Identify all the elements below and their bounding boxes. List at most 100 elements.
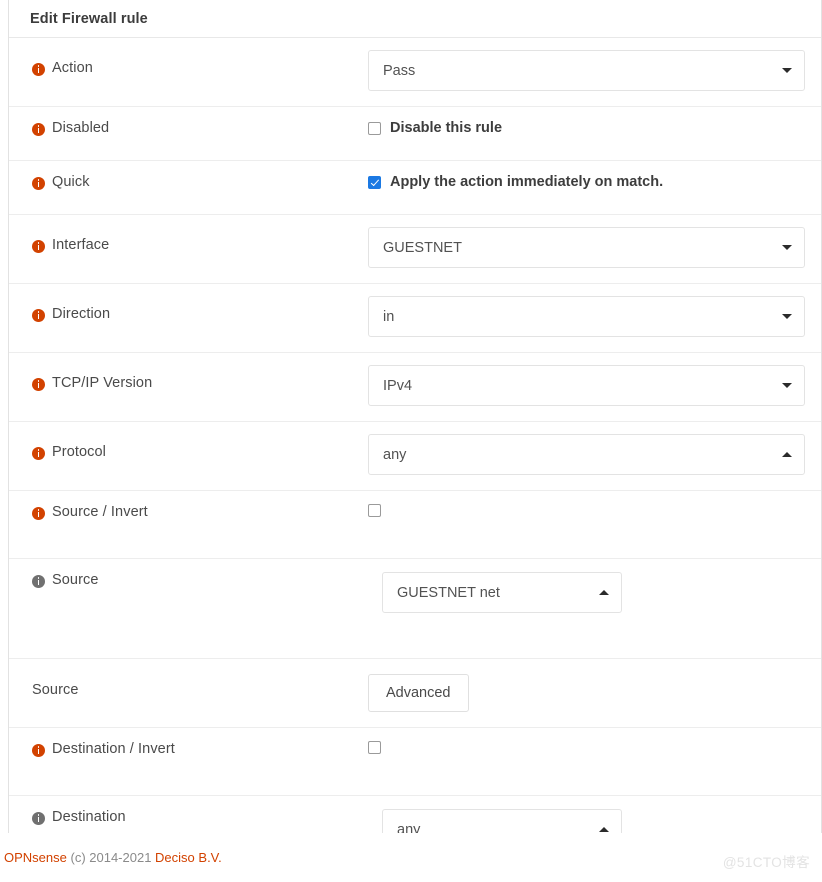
info-icon[interactable] (32, 575, 45, 588)
form-row-source: Source GUESTNET net (9, 559, 821, 659)
field-label-source-invert: Source / Invert (52, 504, 148, 520)
action-select-value: Pass (383, 63, 774, 79)
form-row-action: Action Pass (9, 38, 821, 107)
label-cell-disabled: Disabled (9, 120, 368, 136)
page-footer: OPNsense (c) 2014-2021 Deciso B.V. @51CT… (0, 833, 822, 882)
field-label-destination: Destination (52, 809, 126, 825)
label-cell-source-invert: Source / Invert (9, 504, 368, 520)
field-cell-direction: in (368, 296, 821, 337)
field-label-source-advanced: Source (32, 682, 79, 698)
source-invert-checkbox-wrap[interactable] (368, 504, 821, 517)
form-row-destination-invert: Destination / Invert (9, 728, 821, 796)
label-cell-source-advanced: Source (9, 674, 368, 698)
chevron-down-icon (782, 245, 792, 250)
info-icon[interactable] (32, 309, 45, 322)
chevron-down-icon (782, 314, 792, 319)
form-row-disabled: Disabled Disable this rule (9, 107, 821, 161)
destination-select[interactable]: any (382, 809, 622, 833)
field-cell-protocol: any (368, 434, 821, 475)
destination-invert-checkbox-wrap[interactable] (368, 741, 821, 754)
field-label-disabled: Disabled (52, 120, 109, 136)
form-row-destination: Destination any (9, 796, 821, 833)
field-label-source: Source (52, 572, 99, 588)
field-cell-disabled: Disable this rule (368, 120, 821, 136)
footer-copyright: OPNsense (c) 2014-2021 Deciso B.V. (4, 850, 222, 865)
field-label-tcpip-version: TCP/IP Version (52, 375, 152, 391)
footer-company-link[interactable]: Deciso B.V. (155, 850, 222, 865)
label-cell-action: Action (9, 50, 368, 76)
edit-firewall-rule-panel: Edit Firewall rule Action Pass Disabled (8, 0, 822, 833)
watermark: @51CTO博客 (723, 851, 810, 871)
chevron-up-icon (599, 827, 609, 832)
action-select[interactable]: Pass (368, 50, 805, 91)
label-cell-tcpip-version: TCP/IP Version (9, 365, 368, 391)
protocol-select[interactable]: any (368, 434, 805, 475)
field-cell-destination: any (368, 809, 821, 833)
info-icon[interactable] (32, 378, 45, 391)
quick-checkbox-wrap[interactable]: Apply the action immediately on match. (368, 174, 821, 190)
label-cell-quick: Quick (9, 174, 368, 190)
info-icon[interactable] (32, 812, 45, 825)
form-row-source-invert: Source / Invert (9, 491, 821, 559)
form-row-source-advanced: Source Advanced (9, 659, 821, 728)
field-label-interface: Interface (52, 237, 109, 253)
info-icon[interactable] (32, 507, 45, 520)
form-row-interface: Interface GUESTNET (9, 215, 821, 284)
info-icon[interactable] (32, 240, 45, 253)
field-cell-source-advanced: Advanced (368, 674, 821, 712)
source-invert-checkbox[interactable] (368, 504, 381, 517)
direction-select-value: in (383, 309, 774, 325)
info-icon[interactable] (32, 744, 45, 757)
protocol-select-value: any (383, 447, 774, 463)
tcpip-version-select[interactable]: IPv4 (368, 365, 805, 406)
firewall-rule-edit-page: Edit Firewall rule Action Pass Disabled (0, 0, 822, 882)
label-cell-destination-invert: Destination / Invert (9, 741, 368, 757)
footer-copyright-text: (c) 2014-2021 (67, 850, 155, 865)
chevron-up-icon (782, 452, 792, 457)
form-row-protocol: Protocol any (9, 422, 821, 491)
field-label-destination-invert: Destination / Invert (52, 741, 175, 757)
field-cell-tcpip-version: IPv4 (368, 365, 821, 406)
chevron-down-icon (782, 68, 792, 73)
form-row-tcpip-version: TCP/IP Version IPv4 (9, 353, 821, 422)
source-select[interactable]: GUESTNET net (382, 572, 622, 613)
field-cell-destination-invert (368, 741, 821, 754)
chevron-down-icon (782, 383, 792, 388)
disable-rule-checkbox-wrap[interactable]: Disable this rule (368, 120, 821, 136)
disable-rule-checkbox-label: Disable this rule (390, 120, 502, 136)
tcpip-version-select-value: IPv4 (383, 378, 774, 394)
interface-select-value: GUESTNET (383, 240, 774, 256)
label-cell-direction: Direction (9, 296, 368, 322)
field-cell-source: GUESTNET net (368, 572, 821, 613)
source-select-value: GUESTNET net (397, 585, 591, 601)
form-row-quick: Quick Apply the action immediately on ma… (9, 161, 821, 215)
field-cell-interface: GUESTNET (368, 227, 821, 268)
page-title: Edit Firewall rule (9, 0, 821, 38)
field-cell-action: Pass (368, 50, 821, 91)
disable-rule-checkbox[interactable] (368, 122, 381, 135)
label-cell-destination: Destination (9, 809, 368, 825)
destination-select-value: any (397, 822, 591, 834)
field-label-protocol: Protocol (52, 444, 106, 460)
info-icon[interactable] (32, 177, 45, 190)
quick-checkbox[interactable] (368, 176, 381, 189)
interface-select[interactable]: GUESTNET (368, 227, 805, 268)
info-icon[interactable] (32, 63, 45, 76)
field-cell-quick: Apply the action immediately on match. (368, 174, 821, 190)
quick-checkbox-label: Apply the action immediately on match. (390, 174, 663, 190)
field-label-quick: Quick (52, 174, 90, 190)
label-cell-protocol: Protocol (9, 434, 368, 460)
footer-brand-link[interactable]: OPNsense (4, 850, 67, 865)
direction-select[interactable]: in (368, 296, 805, 337)
chevron-up-icon (599, 590, 609, 595)
source-advanced-button[interactable]: Advanced (368, 674, 469, 712)
info-icon[interactable] (32, 123, 45, 136)
label-cell-source: Source (9, 572, 368, 588)
info-icon[interactable] (32, 447, 45, 460)
label-cell-interface: Interface (9, 227, 368, 253)
field-label-direction: Direction (52, 306, 110, 322)
form-row-direction: Direction in (9, 284, 821, 353)
field-label-action: Action (52, 60, 93, 76)
field-cell-source-invert (368, 504, 821, 517)
destination-invert-checkbox[interactable] (368, 741, 381, 754)
